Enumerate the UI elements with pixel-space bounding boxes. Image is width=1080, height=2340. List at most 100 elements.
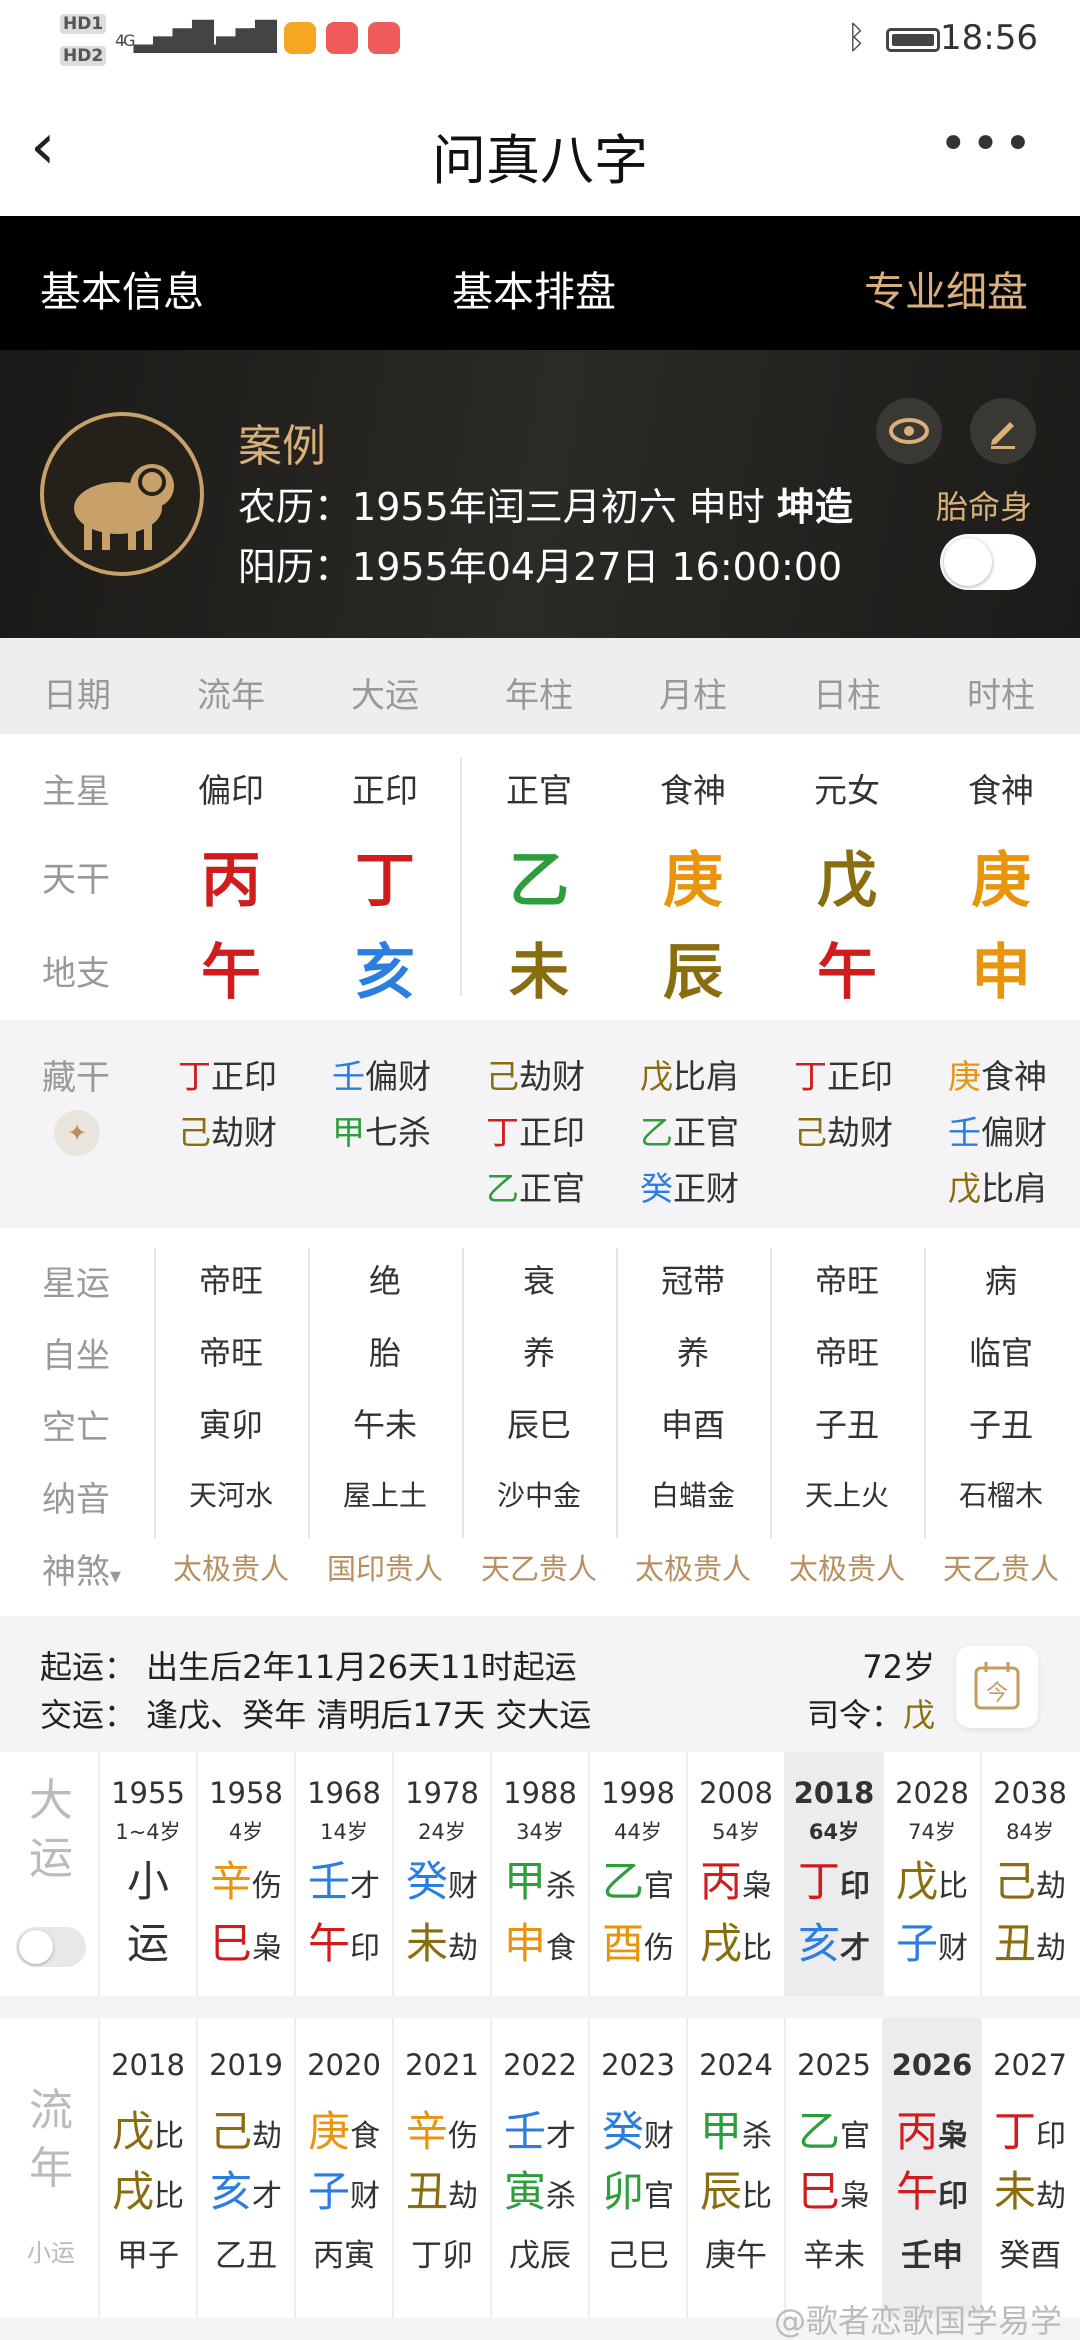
dayun-column[interactable]: 1988 34岁 甲杀 申食 [490, 1752, 588, 1996]
edit-icon[interactable] [970, 398, 1036, 464]
dayun-column[interactable]: 2028 74岁 戊比 子财 [882, 1752, 980, 1996]
pin-icon[interactable]: ✦ [54, 1110, 100, 1156]
liunian-year: 2020 [307, 2048, 381, 2082]
xiaoyun-ganzhi: 乙丑 [215, 2238, 277, 2274]
shensha-value[interactable]: 国印贵人 [308, 1546, 462, 1588]
tab-bar: 基本信息 基本排盘 专业细盘 [0, 216, 1080, 350]
liunian-column[interactable]: 2021 辛伤 丑劫 丁卯 [392, 2018, 490, 2318]
dayun-column[interactable]: 1958 4岁 辛伤 巳枭 [196, 1752, 294, 1996]
stem-god: 偏财 [365, 1057, 431, 1096]
shensha-value[interactable]: 太极贵人 [770, 1546, 924, 1588]
stem-god: 正官 [673, 1113, 739, 1152]
liunian-gan: 庚食 [296, 2098, 392, 2159]
shensha-value[interactable]: 太极贵人 [154, 1546, 308, 1588]
age: 72岁 [862, 1648, 935, 1686]
hidden-stem: 庚食神 [948, 1050, 1047, 1098]
zizuo-value: 养 [522, 1334, 555, 1372]
kongwang-value: 申酉 [660, 1406, 725, 1444]
zizuo-value: 帝旺 [198, 1334, 263, 1372]
liunian-year: 2025 [797, 2048, 871, 2082]
dayun-zhi: 未劫 [394, 1910, 490, 1971]
liunian-column[interactable]: 2026 丙枭 午印 壬申 [882, 2018, 980, 2318]
dayun-column[interactable]: 2038 84岁 己劫 丑劫 [980, 1752, 1078, 1996]
eye-icon[interactable] [876, 398, 942, 464]
zhi-char: 运 [126, 1919, 169, 1968]
zhi-char: 戌 [111, 2167, 154, 2216]
gan-char: 丙 [699, 1857, 742, 1906]
column-label: 日柱 [813, 676, 881, 716]
dayun-gan: 丁印 [786, 1848, 882, 1909]
shensha-dropdown[interactable]: 神煞▾ [42, 1544, 121, 1593]
row-label: 藏干 [42, 1058, 110, 1098]
liunian-column[interactable]: 2025 乙官 巳枭 辛未 [784, 2018, 882, 2318]
pillar-table: 主星 天干 地支 偏印丙午 正印丁亥 正官乙未 食神庚辰 元女戊午 食神庚申 [0, 734, 1080, 1020]
hidden-stem: 乙正官 [640, 1106, 739, 1154]
liunian-gan: 壬才 [492, 2098, 588, 2159]
xiaoyun-ganzhi: 戊辰 [509, 2238, 571, 2274]
jiaoyun-line: 交运： 逢戊、癸年 清明后17天 交大运 [40, 1696, 592, 1734]
hidden-stem: 丁正印 [486, 1106, 585, 1154]
gan-char: 乙 [797, 2107, 840, 2156]
main-star: 元女 [814, 771, 880, 810]
shensha-value[interactable]: 天乙贵人 [462, 1546, 616, 1588]
dayun-column[interactable]: 1998 44岁 乙官 酉伤 [588, 1752, 686, 1996]
zhi-god: 枭 [840, 2179, 870, 2214]
dayun-column[interactable]: 1955 1~4岁小运 [98, 1752, 196, 1996]
liunian-column[interactable]: 2023 癸财 卯官 己巳 [588, 2018, 686, 2318]
dayun-column[interactable]: 2018 64岁 丁印 亥才 [784, 1752, 882, 1996]
tab-pro-chart[interactable]: 专业细盘 [864, 258, 1028, 318]
stem-char: 乙 [486, 1169, 519, 1208]
liunian-column[interactable]: 2022 壬才 寅杀 戊辰 [490, 2018, 588, 2318]
dayun-age: 44岁 [614, 1820, 662, 1844]
liunian-column[interactable]: 2027 丁印 未劫 癸酉 [980, 2018, 1078, 2318]
xiaoyun-ganzhi: 甲子 [117, 2238, 179, 2274]
tab-basic-chart[interactable]: 基本排盘 [452, 258, 616, 318]
clock: 18:56 [940, 18, 1038, 58]
dayun-column[interactable]: 2008 54岁 丙枭 戌比 [686, 1752, 784, 1996]
stem-god: 正印 [519, 1113, 585, 1152]
shensha-value[interactable]: 太极贵人 [616, 1546, 770, 1588]
column-label: 大运 [351, 676, 419, 716]
gan-god: 才 [350, 1869, 380, 1904]
dayun-toggle[interactable] [16, 1927, 86, 1967]
shensha-value[interactable]: 天乙贵人 [924, 1546, 1078, 1588]
zhi-god: 印 [350, 1931, 380, 1966]
liunian-column[interactable]: 2019 己劫 亥才 乙丑 [196, 2018, 294, 2318]
gan-char: 甲 [503, 1857, 546, 1906]
gan-char: 己 [993, 1857, 1036, 1906]
zhi-god: 才 [840, 1931, 870, 1966]
liunian-gan: 乙官 [786, 2098, 882, 2159]
liunian-year: 2022 [503, 2048, 577, 2082]
tab-basic-info[interactable]: 基本信息 [40, 258, 204, 318]
dayun-year: 1955 [111, 1776, 185, 1810]
dayun-column[interactable]: 1968 14岁 壬才 午印 [294, 1752, 392, 1996]
gan-char: 癸 [405, 1857, 448, 1906]
gan-god: 枭 [938, 2119, 968, 2154]
stem-god: 正财 [673, 1169, 739, 1208]
dayun-zhi: 亥才 [786, 1910, 882, 1971]
liunian-column[interactable]: 2020 庚食 子财 丙寅 [294, 2018, 392, 2318]
liunian-column[interactable]: 2024 甲杀 辰比 庚午 [686, 2018, 784, 2318]
dayun-zhi: 申食 [492, 1910, 588, 1971]
kongwang-value: 午未 [352, 1406, 417, 1444]
dayun-column[interactable]: 1978 24岁 癸财 未劫 [392, 1752, 490, 1996]
gan-god: 比 [938, 1869, 968, 1904]
gan-god: 伤 [448, 2119, 478, 2154]
more-horizontal-icon[interactable]: ••• [939, 116, 1036, 172]
liunian-zhi: 卯官 [590, 2158, 686, 2219]
liunian-column[interactable]: 2018 戊比 戌比 甲子 [98, 2018, 196, 2318]
dayun-year: 2018 [793, 1776, 875, 1810]
qiyun-line: 起运： 出生后2年11月26天11时起运 [40, 1648, 577, 1686]
taiming-toggle[interactable] [940, 534, 1036, 590]
gan-char: 丁 [993, 2107, 1036, 2156]
gan-god: 财 [644, 2119, 674, 2154]
liunian-zhi: 辰比 [688, 2158, 784, 2219]
column-label: 月柱 [659, 676, 727, 716]
dayun-year: 1988 [503, 1776, 577, 1810]
dayun-row: 大运 1955 1~4岁小运 1958 4岁 辛伤 巳枭 1968 14岁 壬才 午印 1978 24… [0, 1752, 1080, 1996]
hidden-stem: 己劫财 [794, 1106, 893, 1154]
xiaoyun-label: 小运 [27, 2239, 75, 2267]
zhi-char: 子 [895, 1919, 938, 1968]
calendar-icon[interactable]: 今 [956, 1646, 1038, 1728]
dayun-zhi: 午印 [296, 1910, 392, 1971]
